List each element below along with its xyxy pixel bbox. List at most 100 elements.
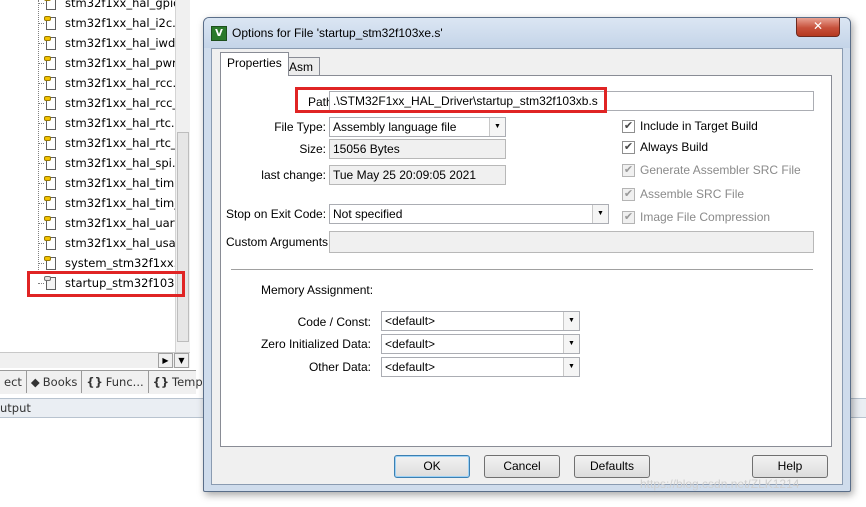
tree-horizontal-scrollbar[interactable]: ▶ ▼ bbox=[0, 352, 190, 368]
tree-item-label: stm32f1xx_hal_i2c.c bbox=[65, 16, 183, 30]
properties-page: Path: .\STM32F1xx_HAL_Driver\startup_stm… bbox=[220, 75, 832, 447]
template-icon: {} bbox=[152, 375, 170, 389]
tab-functions[interactable]: {} Func... bbox=[82, 371, 149, 393]
c-file-icon bbox=[44, 196, 57, 210]
dropdown-arrow-icon[interactable]: ▼ bbox=[563, 335, 579, 353]
tree-item-label: stm32f1xx_hal_gpio_e bbox=[65, 0, 190, 10]
defaults-button[interactable]: Defaults bbox=[574, 455, 650, 478]
tree-item[interactable]: stm32f1xx_hal_rtc.c bbox=[38, 114, 181, 132]
include-in-build-label: Include in Target Build bbox=[640, 119, 758, 133]
dialog-titlebar[interactable]: V Options for File 'startup_stm32f103xe.… bbox=[204, 18, 850, 48]
size-field: 15056 Bytes bbox=[329, 139, 506, 159]
dropdown-arrow-icon[interactable]: ▼ bbox=[563, 312, 579, 330]
c-file-icon bbox=[44, 236, 57, 250]
tab-project[interactable]: ect bbox=[0, 371, 27, 393]
tree-item-label: stm32f1xx_hal_rtc.c bbox=[65, 116, 181, 130]
stop-exit-code-select[interactable]: Not specified ▼ bbox=[329, 204, 609, 224]
file-type-label: File Type: bbox=[274, 120, 326, 134]
scroll-right-arrow-icon[interactable]: ▶ bbox=[158, 353, 173, 368]
checkmark-icon: ✔ bbox=[622, 119, 635, 133]
cancel-button[interactable]: Cancel bbox=[484, 455, 560, 478]
project-file-tree: stm32f1xx_hal_gpio_e stm32f1xx_hal_i2c.cs… bbox=[0, 0, 190, 352]
keil-app-icon: V bbox=[211, 26, 227, 41]
tree-item[interactable]: stm32f1xx_hal_gpio_e bbox=[38, 0, 190, 12]
tab-properties[interactable]: Properties bbox=[220, 52, 289, 76]
checkmark-icon: ✔ bbox=[622, 140, 635, 154]
section-divider bbox=[231, 269, 813, 271]
tree-item[interactable]: startup_stm32f103xe.s bbox=[38, 274, 190, 292]
zero-init-select[interactable]: <default> ▼ bbox=[381, 334, 580, 354]
tab-functions-label: Func... bbox=[105, 375, 144, 389]
custom-args-label: Custom Arguments: bbox=[226, 235, 332, 249]
tree-item[interactable]: system_stm32f1xx.c bbox=[38, 254, 184, 272]
project-panel-tabs: ect ◆ Books {} Func... {} Temp... bbox=[0, 370, 219, 394]
tree-item[interactable]: stm32f1xx_hal_pwr.c bbox=[38, 54, 186, 72]
tab-books[interactable]: ◆ Books bbox=[27, 371, 83, 393]
tree-item-label: system_stm32f1xx.c bbox=[65, 256, 184, 270]
tree-item-label: stm32f1xx_hal_spi.c bbox=[65, 156, 182, 170]
c-file-icon bbox=[44, 56, 57, 70]
assemble-src-label: Assemble SRC File bbox=[640, 187, 745, 201]
generate-asm-src-checkbox: ✔ Generate Assembler SRC File bbox=[622, 163, 801, 177]
tree-item[interactable]: stm32f1xx_hal_rtc_ex.c bbox=[38, 134, 190, 152]
always-build-checkbox[interactable]: ✔ Always Build bbox=[622, 140, 708, 154]
size-label: Size: bbox=[299, 142, 326, 156]
c-file-icon bbox=[44, 96, 57, 110]
tree-item[interactable]: stm32f1xx_hal_iwdg.c bbox=[38, 34, 190, 52]
dropdown-arrow-icon[interactable]: ▼ bbox=[489, 118, 505, 136]
memory-assignment-heading: Memory Assignment: bbox=[261, 283, 374, 297]
dialog-client: Properties Asm Path: .\STM32F1xx_HAL_Dri… bbox=[211, 48, 843, 485]
scrollbar-thumb[interactable] bbox=[177, 132, 189, 342]
ok-button[interactable]: OK bbox=[394, 455, 470, 478]
zero-init-label: Zero Initialized Data: bbox=[260, 337, 371, 351]
tree-item[interactable]: stm32f1xx_hal_spi.c bbox=[38, 154, 182, 172]
other-data-select[interactable]: <default> ▼ bbox=[381, 357, 580, 377]
c-file-icon bbox=[44, 16, 57, 30]
tree-item-label: stm32f1xx_hal_iwdg.c bbox=[65, 36, 190, 50]
always-build-label: Always Build bbox=[640, 140, 709, 154]
asm-file-icon bbox=[44, 276, 57, 290]
path-label: Path: bbox=[307, 95, 336, 109]
zero-init-value: <default> bbox=[385, 337, 436, 351]
c-file-icon bbox=[44, 36, 57, 50]
tree-item-label: stm32f1xx_hal_tim.c bbox=[65, 176, 185, 190]
code-const-select[interactable]: <default> ▼ bbox=[381, 311, 580, 331]
generate-asm-src-label: Generate Assembler SRC File bbox=[640, 163, 801, 177]
tree-item[interactable]: stm32f1xx_hal_rcc.c bbox=[38, 74, 182, 92]
last-change-field: Tue May 25 20:09:05 2021 bbox=[329, 165, 506, 185]
include-in-build-checkbox[interactable]: ✔ Include in Target Build bbox=[622, 119, 758, 133]
assemble-src-checkbox: ✔ Assemble SRC File bbox=[622, 187, 744, 201]
dialog-title: Options for File 'startup_stm32f103xe.s' bbox=[232, 26, 443, 40]
image-compression-label: Image File Compression bbox=[640, 210, 771, 224]
scroll-down-arrow-icon[interactable]: ▼ bbox=[174, 353, 189, 368]
watermark-text: https://blog.csdn.net/ZLK1214 bbox=[640, 477, 800, 491]
checkmark-icon: ✔ bbox=[622, 163, 635, 177]
tab-books-label: Books bbox=[42, 375, 78, 389]
close-button[interactable]: ✕ bbox=[796, 18, 840, 37]
output-panel-title: utput bbox=[0, 401, 31, 415]
help-button[interactable]: Help bbox=[752, 455, 828, 478]
code-const-label: Code / Const: bbox=[297, 315, 371, 329]
tree-item[interactable]: stm32f1xx_hal_uart.c bbox=[38, 214, 189, 232]
tree-item[interactable]: stm32f1xx_hal_usart.c bbox=[38, 234, 190, 252]
dropdown-arrow-icon[interactable]: ▼ bbox=[563, 358, 579, 376]
books-icon: ◆ bbox=[30, 375, 40, 389]
tree-vertical-scrollbar[interactable] bbox=[175, 0, 190, 352]
file-type-select[interactable]: Assembly language file ▼ bbox=[329, 117, 506, 137]
dropdown-arrow-icon[interactable]: ▼ bbox=[592, 205, 608, 223]
c-file-icon bbox=[44, 76, 57, 90]
custom-args-field bbox=[329, 231, 814, 253]
tree-item[interactable]: stm32f1xx_hal_tim_ex. bbox=[38, 194, 190, 212]
path-field[interactable]: .\STM32F1xx_HAL_Driver\startup_stm32f103… bbox=[329, 91, 814, 111]
other-data-label: Other Data: bbox=[308, 360, 371, 374]
c-file-icon bbox=[44, 156, 57, 170]
checkmark-icon: ✔ bbox=[622, 187, 635, 201]
tree-item-label: stm32f1xx_hal_rcc_ex. bbox=[65, 96, 190, 110]
other-data-value: <default> bbox=[385, 360, 436, 374]
c-file-icon bbox=[44, 216, 57, 230]
tree-item[interactable]: stm32f1xx_hal_tim.c bbox=[38, 174, 184, 192]
code-const-value: <default> bbox=[385, 314, 436, 328]
tree-item-label: stm32f1xx_hal_tim_ex. bbox=[65, 196, 190, 210]
tree-item[interactable]: stm32f1xx_hal_i2c.c bbox=[38, 14, 182, 32]
tree-item[interactable]: stm32f1xx_hal_rcc_ex. bbox=[38, 94, 190, 112]
